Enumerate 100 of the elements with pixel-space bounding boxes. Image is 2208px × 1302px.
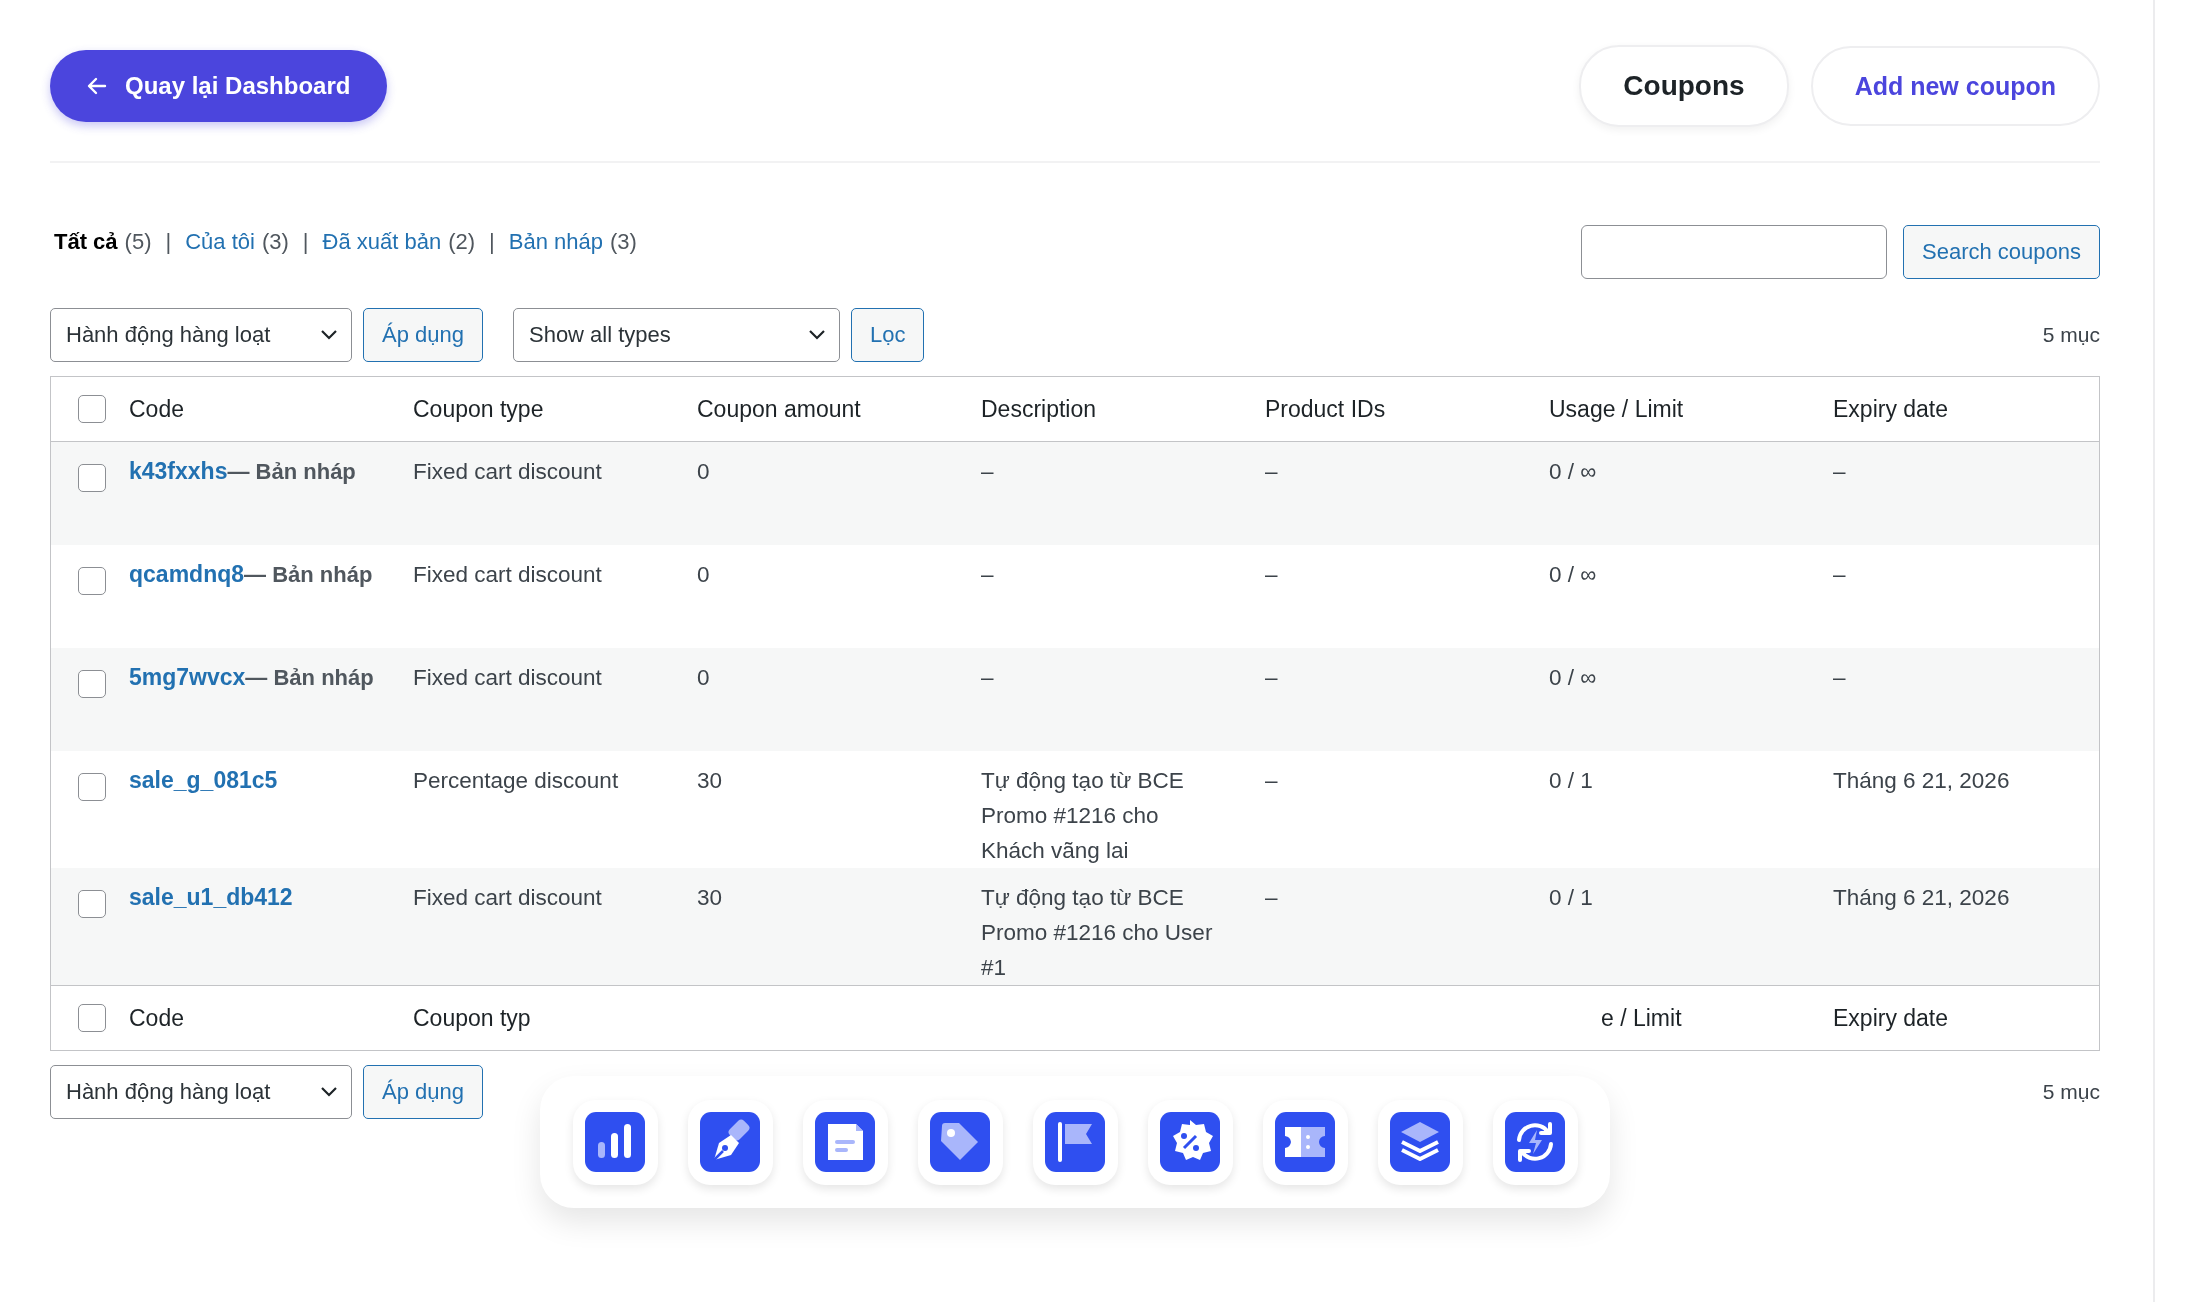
filter-link[interactable]: Bản nháp <box>508 229 603 255</box>
dock-button[interactable] <box>687 1099 773 1185</box>
table-cell: Tháng 6 21, 2026 <box>1833 768 2010 793</box>
table-cell: 0 <box>697 562 710 587</box>
table-cell: 0 / 1 <box>1549 885 1593 910</box>
item-count: 5 mục <box>2042 323 2100 347</box>
filter-link[interactable]: Của tôi <box>185 229 255 255</box>
percent-badge-icon <box>1160 1112 1220 1172</box>
column-header[interactable]: Product IDs <box>1265 395 1386 422</box>
search-button[interactable]: Search coupons <box>1903 225 2100 279</box>
chevron-down-icon <box>807 329 826 341</box>
chevron-down-icon <box>320 1086 338 1098</box>
table-cell: Percentage discount <box>413 768 619 793</box>
refresh-icon <box>1505 1112 1565 1172</box>
apply-button[interactable]: Áp dụng <box>363 308 483 362</box>
table-cell: – <box>981 562 994 587</box>
row-checkbox[interactable] <box>78 773 106 801</box>
table-cell: – <box>1265 768 1278 793</box>
coupon-code-link[interactable]: 5mg7wvcx <box>129 664 246 690</box>
chevron-down-icon <box>320 329 338 341</box>
item-count: 5 mục <box>2042 1080 2100 1104</box>
nav-tab[interactable]: Add new coupon <box>1810 46 2100 126</box>
dock-button[interactable] <box>1032 1099 1118 1185</box>
dock-button[interactable] <box>1492 1099 1578 1185</box>
back-button[interactable]: Quay lại Dashboard <box>50 50 388 122</box>
arrow-left-icon <box>87 77 107 95</box>
filter-link[interactable]: Đã xuất bản <box>322 229 442 255</box>
table-cell: Fixed cart discount <box>413 459 602 484</box>
column-header[interactable]: Usage / Limit <box>1549 395 1684 422</box>
flag-icon <box>1045 1112 1105 1172</box>
column-header[interactable]: Description <box>981 395 1097 422</box>
coupon-code-link[interactable]: qcamdnq8 <box>129 561 245 587</box>
table-cell: Fixed cart discount <box>413 885 602 910</box>
separator: | <box>302 229 309 255</box>
table-cell: 0 <box>697 665 710 690</box>
pen-icon <box>700 1112 760 1172</box>
layers-icon <box>1390 1112 1450 1172</box>
select-all-checkbox[interactable] <box>78 1004 106 1032</box>
search-field[interactable] <box>1581 225 1887 279</box>
table-cell: Tự động tạo từ BCE Promo #1216 cho Khách vãng lai <box>981 768 1184 863</box>
dock-button[interactable] <box>1377 1099 1463 1185</box>
filter-count: (3) <box>610 229 637 255</box>
filter-count: (3) <box>261 229 289 255</box>
chart-icon <box>585 1112 645 1172</box>
dock-button[interactable] <box>572 1099 658 1185</box>
tag-icon <box>930 1112 990 1172</box>
filter-link[interactable]: Tất cả <box>54 229 118 255</box>
dock-button[interactable] <box>917 1099 1003 1185</box>
table-cell: – <box>1265 459 1278 484</box>
row-checkbox[interactable] <box>78 464 106 492</box>
table-cell: – <box>1833 459 1846 484</box>
table-cell: – <box>1265 562 1278 587</box>
table-cell: – <box>1833 665 1846 690</box>
table-cell: Fixed cart discount <box>413 665 602 690</box>
apply-button[interactable]: Áp dụng <box>363 1065 483 1119</box>
separator: | <box>165 229 172 255</box>
coupon-code-link[interactable]: sale_u1_db412 <box>129 884 293 910</box>
column-header[interactable]: Coupon typ <box>413 1004 531 1031</box>
table-cell: – <box>1833 562 1846 587</box>
column-header[interactable]: Expiry date <box>1833 1004 1949 1031</box>
column-header[interactable]: Expiry date <box>1833 395 1949 422</box>
bulk-action-select[interactable]: Hành động hàng loạt <box>50 1065 352 1119</box>
bulk-action-select[interactable]: Hành động hàng loạt <box>50 308 352 362</box>
table-cell: 30 <box>697 768 723 793</box>
table-cell: 0 / ∞ <box>1549 562 1597 587</box>
document-icon <box>815 1112 875 1172</box>
filter-count: (5) <box>124 229 152 255</box>
select-all-checkbox[interactable] <box>78 395 106 423</box>
filter-button[interactable]: Lọc <box>850 308 925 362</box>
row-checkbox[interactable] <box>78 670 106 698</box>
table-cell: – <box>981 459 994 484</box>
draft-status: — Bản nháp <box>227 459 356 484</box>
dock-button[interactable] <box>1262 1099 1348 1185</box>
separator: | <box>489 229 495 255</box>
dock-button[interactable] <box>802 1099 888 1185</box>
table-cell: – <box>981 665 994 690</box>
table-cell: 0 <box>697 459 710 484</box>
coupon-code-link[interactable]: k43fxxhs <box>129 458 228 484</box>
nav-tab[interactable]: Coupons <box>1579 45 1789 127</box>
table-cell: Tự động tạo từ BCE Promo #1216 cho User #1 <box>981 885 1213 980</box>
ticket-icon <box>1275 1112 1335 1172</box>
table-cell: 0 / ∞ <box>1549 665 1597 690</box>
table-cell: Tháng 6 21, 2026 <box>1833 885 2010 910</box>
table-cell: – <box>1265 885 1278 910</box>
type-select[interactable]: Show all types <box>512 308 840 362</box>
column-header[interactable]: e / Limit <box>1601 1004 1682 1031</box>
coupon-code-link[interactable]: sale_g_081c5 <box>129 767 278 793</box>
draft-status: — Bản nháp <box>245 665 374 690</box>
table-cell: 0 / 1 <box>1549 768 1593 793</box>
column-header[interactable]: Coupon amount <box>697 395 861 422</box>
table-cell: 0 / ∞ <box>1549 459 1597 484</box>
column-header[interactable]: Coupon type <box>413 395 544 422</box>
draft-status: — Bản nháp <box>244 562 373 587</box>
row-checkbox[interactable] <box>78 567 106 595</box>
column-header[interactable]: Code <box>129 395 184 422</box>
filter-count: (2) <box>448 229 476 255</box>
table-cell: Fixed cart discount <box>413 562 602 587</box>
column-header[interactable]: Code <box>129 1004 184 1031</box>
row-checkbox[interactable] <box>78 890 106 918</box>
dock-button[interactable] <box>1147 1099 1233 1185</box>
